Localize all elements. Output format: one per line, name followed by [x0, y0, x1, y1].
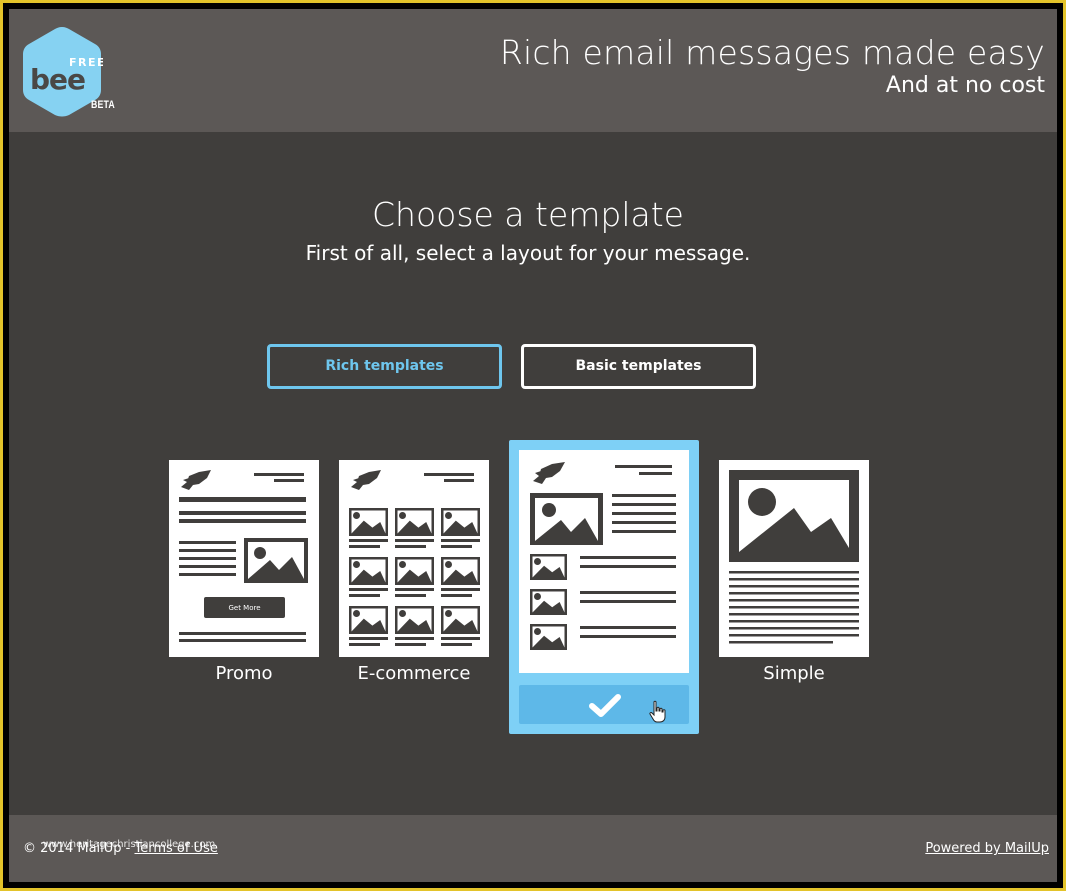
page-subtitle: First of all, select a layout for your m…	[305, 241, 751, 265]
checkmark-icon	[589, 694, 621, 717]
template-label: Promo	[215, 663, 273, 684]
template-thumbnail[interactable]	[519, 450, 689, 673]
image-placeholder-icon	[248, 542, 304, 579]
powered-by-mailup-link[interactable]: Powered by MailUp	[925, 841, 1049, 856]
image-placeholder-icon	[530, 554, 567, 580]
image-placeholder-icon	[395, 508, 434, 536]
template-card-ecommerce[interactable]: E-commerce	[339, 460, 489, 684]
header: FREE bee BETA Rich email messages made e…	[9, 9, 1057, 132]
image-placeholder-icon	[349, 508, 388, 536]
tagline-main: Rich email messages made easy	[499, 33, 1045, 72]
template-thumbnail[interactable]	[339, 460, 489, 657]
image-placeholder-icon	[349, 606, 388, 634]
get-more-button-text: Get More	[228, 604, 260, 612]
title-block: Choose a template First of all, select a…	[9, 194, 1047, 268]
image-placeholder-icon	[530, 589, 567, 615]
rocket-icon	[533, 462, 565, 484]
image-placeholder-icon	[441, 606, 480, 634]
image-placeholder-icon	[395, 606, 434, 634]
image-placeholder-icon	[739, 480, 849, 552]
beta-label: BETA	[91, 99, 115, 111]
rocket-icon	[181, 470, 211, 490]
image-placeholder-icon	[441, 557, 480, 585]
hand-cursor-icon	[649, 700, 666, 723]
watermark: www.heritagechristiancollege.com	[43, 839, 216, 850]
image-placeholder-icon	[395, 557, 434, 585]
template-card-simple[interactable]: Simple	[719, 460, 869, 684]
tab-basic-templates[interactable]: Basic templates	[521, 344, 756, 389]
page-title: Choose a template	[371, 195, 684, 234]
template-card-newsletter-selected[interactable]	[509, 440, 699, 734]
image-placeholder-icon	[349, 557, 388, 585]
rocket-icon	[351, 470, 381, 490]
template-card-promo[interactable]: Get More Promo	[169, 460, 319, 684]
footer-right: Powered by MailUp	[925, 841, 1049, 856]
template-label: Simple	[763, 663, 825, 684]
app: FREE bee BETA Rich email messages made e…	[9, 9, 1057, 882]
template-thumbnail[interactable]	[719, 460, 869, 657]
image-placeholder-icon	[535, 498, 598, 541]
footer: © 2014 MailUp - Terms of Use www.heritag…	[9, 815, 1057, 882]
image-placeholder-icon	[441, 508, 480, 536]
tab-rich-templates[interactable]: Rich templates	[267, 344, 502, 389]
template-label: E-commerce	[357, 663, 471, 684]
select-template-button[interactable]	[519, 685, 689, 724]
tagline-sub: And at no cost	[885, 73, 1045, 98]
logo-text: bee	[30, 63, 85, 96]
template-thumbnail[interactable]: Get More	[169, 460, 319, 657]
image-placeholder-icon	[530, 624, 567, 650]
tagline: Rich email messages made easy And at no …	[500, 33, 1045, 99]
